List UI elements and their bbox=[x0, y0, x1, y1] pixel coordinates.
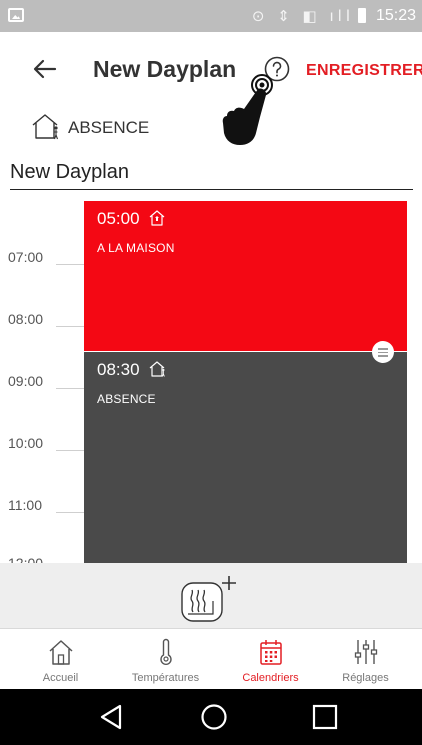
dayplan-name-input[interactable] bbox=[10, 160, 413, 190]
system-status-icons: ⊙ ⇕ ◧ ıll bbox=[251, 7, 354, 25]
hour-label: 07:00 bbox=[8, 249, 44, 265]
home-outline-icon bbox=[48, 640, 73, 665]
add-heating-period-icon[interactable] bbox=[179, 574, 237, 624]
system-navigation-bar bbox=[0, 689, 422, 745]
schedule-block-away[interactable]: 08:30 ABSENCE bbox=[84, 352, 407, 563]
nav-item-reglages[interactable]: Réglages bbox=[313, 630, 418, 689]
nav-label: Calendriers bbox=[242, 672, 299, 684]
nav-item-calendriers[interactable]: Calendriers bbox=[218, 630, 323, 689]
block-boundary-drag-handle[interactable] bbox=[372, 341, 394, 363]
back-arrow-icon[interactable] bbox=[30, 54, 60, 84]
system-recents-icon[interactable] bbox=[312, 703, 338, 731]
sliders-icon bbox=[354, 640, 377, 664]
away-house-icon bbox=[32, 114, 59, 140]
hour-label: 08:00 bbox=[8, 311, 44, 327]
block-mode-name: ABSENCE bbox=[97, 392, 156, 406]
hour-label: 09:00 bbox=[8, 373, 44, 389]
day-timeline[interactable]: 07:00 08:00 09:00 10:00 11:00 12:00 05:0… bbox=[0, 201, 422, 563]
bottom-navigation: Accueil Températures Calendriers Réglage… bbox=[0, 630, 422, 689]
tap-hint-hand-icon bbox=[222, 74, 273, 145]
schedule-block-home[interactable]: 05:00 A LA MAISON bbox=[84, 201, 407, 351]
nav-label: Températures bbox=[131, 672, 200, 684]
away-icon bbox=[149, 361, 165, 377]
nav-label: Réglages bbox=[342, 672, 389, 684]
image-notification-icon bbox=[8, 8, 24, 22]
hour-label: 11:00 bbox=[8, 497, 42, 513]
calendar-icon bbox=[259, 640, 282, 665]
system-home-icon[interactable] bbox=[200, 703, 228, 731]
status-bar: ⊙ ⇕ ◧ ıll 15:23 bbox=[0, 0, 422, 32]
system-back-icon[interactable] bbox=[98, 703, 124, 731]
block-start-time: 05:00 bbox=[97, 209, 140, 228]
home-icon bbox=[149, 210, 165, 226]
status-clock: 15:23 bbox=[375, 7, 416, 24]
hour-label: 12:00 bbox=[8, 555, 44, 563]
add-period-bar bbox=[0, 563, 422, 629]
app-bar: New Dayplan ENREGISTRER bbox=[0, 32, 422, 108]
hour-label: 10:00 bbox=[8, 435, 44, 451]
nav-label: Accueil bbox=[42, 672, 79, 684]
mode-label: ABSENCE bbox=[68, 118, 150, 137]
battery-icon bbox=[358, 8, 366, 23]
nav-item-accueil[interactable]: Accueil bbox=[8, 630, 113, 689]
page-title: New Dayplan bbox=[93, 56, 237, 82]
thermometer-icon bbox=[159, 638, 172, 665]
save-button[interactable]: ENREGISTRER bbox=[306, 62, 422, 80]
block-mode-name: A LA MAISON bbox=[97, 241, 175, 255]
nav-item-temperatures[interactable]: Températures bbox=[113, 630, 218, 689]
block-start-time: 08:30 bbox=[97, 360, 140, 379]
